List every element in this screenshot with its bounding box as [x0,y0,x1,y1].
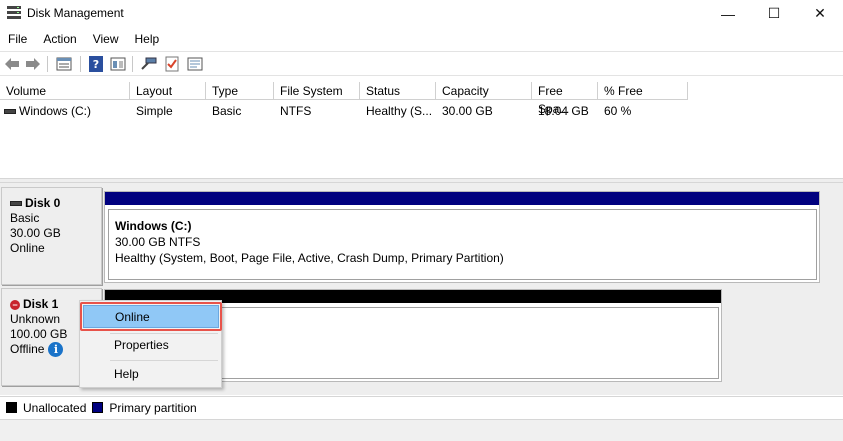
menu-help[interactable]: Help [127,29,168,49]
primary-partition-swatch [92,402,104,413]
window-title: Disk Management [27,6,124,20]
cell-percent-free: 60 % [604,104,632,118]
primary-partition-bar [105,192,819,205]
disk-management-app-icon [7,6,21,19]
legend: Unallocated Primary partition [0,396,843,418]
maximize-button[interactable]: ☐ [751,0,797,27]
check-icon[interactable] [164,56,180,72]
online-highlight-frame [80,302,222,331]
disk-0-volume-area: Windows (C:) 30.00 GB NTFS Healthy (Syst… [104,191,820,283]
column-header-free-space[interactable]: Free Spa... [532,82,598,116]
column-header-percent-free[interactable]: % Free [598,82,688,100]
column-header-status[interactable]: Status [360,82,436,100]
minimize-icon: — [721,5,735,22]
cell-layout: Simple [136,104,173,118]
connect-icon[interactable] [141,56,157,72]
menu-view[interactable]: View [85,29,127,49]
properties-icon[interactable] [187,56,203,72]
disk-0-label[interactable]: Disk 0 Basic 30.00 GB Online [1,187,102,285]
menu-action[interactable]: Action [35,29,84,49]
column-header-layout[interactable]: Layout [130,82,206,100]
cell-type: Basic [212,104,242,118]
cell-file-system: NTFS [280,104,312,118]
graph-view-icon[interactable] [110,56,126,72]
forward-icon[interactable] [25,56,41,72]
legend-unallocated-label: Unallocated [23,400,87,415]
minimize-button[interactable]: — [705,0,751,27]
cell-capacity: 30.00 GB [442,104,493,118]
offline-disk-icon: − [10,299,20,310]
legend-primary-partition-label: Primary partition [109,400,197,415]
back-icon[interactable] [4,56,20,72]
partition-name: Windows (C:) [115,219,192,233]
disk-0-name: Disk 0 [25,196,61,210]
column-header-capacity[interactable]: Capacity [436,82,532,100]
column-header-volume[interactable]: Volume [0,82,130,100]
toolbar: ? [0,51,843,76]
title-bar: Disk Management — ☐ ✕ [0,0,843,27]
legend-primary-partition: Primary partition [92,400,197,415]
disk-1-name: Disk 1 [23,297,59,311]
maximize-icon: ☐ [767,5,781,21]
column-header-type[interactable]: Type [206,82,274,100]
column-header-file-system[interactable]: File System [274,82,360,100]
help-icon[interactable]: ? [88,56,104,72]
close-button[interactable]: ✕ [797,0,843,27]
volume-list: Volume Layout Type File System Status Ca… [0,82,843,178]
unallocated-swatch [6,402,17,413]
status-bar [0,419,843,441]
volume-icon [4,109,16,115]
context-menu-properties[interactable]: Properties [83,334,219,357]
context-menu-help[interactable]: Help [83,363,219,386]
cell-free-space: 18.04 GB [538,104,589,118]
context-menu-separator [110,360,218,361]
disk-1-state: Offline [10,342,45,356]
menu-bar: File Action View Help [0,29,843,49]
close-icon: ✕ [814,5,826,21]
disk-icon [10,201,22,207]
disk-0-size: 30.00 GB [10,226,61,240]
disk-0-type: Basic [10,211,40,225]
list-view-icon[interactable] [56,56,72,72]
cell-volume: Windows (C:) [19,104,92,118]
legend-unallocated: Unallocated [6,401,86,415]
svg-text:?: ? [93,58,99,71]
menu-file[interactable]: File [0,29,35,49]
partition-size-fs: 30.00 GB NTFS [115,235,201,249]
cell-status: Healthy (S... [366,104,433,118]
info-icon[interactable]: i [48,342,64,358]
disk-0-state: Online [10,241,45,255]
partition-health: Healthy (System, Boot, Page File, Active… [115,251,504,265]
windows-c-partition[interactable]: Windows (C:) 30.00 GB NTFS Healthy (Syst… [108,209,817,280]
